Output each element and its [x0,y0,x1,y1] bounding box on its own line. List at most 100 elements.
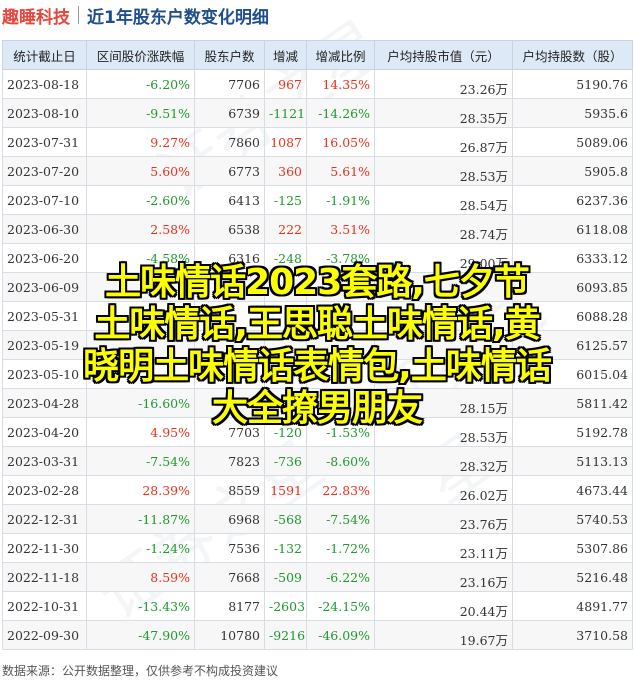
cell-price-change: -47.90% [86,620,195,650]
cell-holder-change: 222 [264,214,307,244]
cell-price-change: 8.59% [86,562,195,592]
cell-date: 2023-06-30 [2,214,87,244]
header-divider [78,6,79,24]
cell-date: 2023-03-31 [2,446,87,476]
column-header: 区间股价涨跌幅 [86,40,195,70]
cell-holder-count: 7860 [194,127,265,157]
cell-price-change: -13.43% [86,591,195,621]
cell-price-change: -2.60% [86,185,195,215]
cell-holder-count: 6968 [194,504,265,534]
cell-date: 2023-08-10 [2,98,87,128]
cell-date: 2022-09-30 [2,620,87,650]
table-row: 2023-07-10 -2.60% 6413 -125 -1.91% 28.54万 6237… [2,185,633,215]
cell-price-change: -6.20% [86,69,195,99]
cell-avg-shares: 3710.58 [512,620,633,650]
table-row: 2023-08-10 -9.51% 6739 -1121 -14.26% 28.35万 59… [2,98,633,128]
cell-holder-count: 7823 [194,446,265,476]
column-header: 增减比例 [306,40,375,70]
cell-price-change: 2.58% [86,214,195,244]
table-row: 2023-07-20 5.60% 6773 360 5.61% 28.53万 5905.8 [2,156,633,186]
cell-price-change: 5.60% [86,156,195,186]
cell-avg-value: 28.32万 [374,446,513,476]
table-row: 2023-08-18 -6.20% 7706 967 14.35% 23.26万 5190.… [2,69,633,99]
brand-name: 趣睡科技 [2,7,70,28]
cell-date: 2023-02-28 [2,475,87,505]
cell-holder-count: 6413 [194,185,265,215]
cell-change-ratio: -6.22% [306,562,375,592]
cell-change-ratio: -14.26% [306,98,375,128]
table-row: 2022-11-30 -1.24% 7536 -132 -1.72% 23.11万 5307… [2,533,633,563]
cell-avg-shares: 5089.06 [512,127,633,157]
cell-avg-shares: 5905.8 [512,156,633,186]
cell-change-ratio: -1.72% [306,533,375,563]
cell-holder-count: 6538 [194,214,265,244]
cell-holder-count: 7668 [194,562,265,592]
cell-avg-value: 28.54万 [374,185,513,215]
cell-avg-shares: 5307.86 [512,533,633,563]
cell-holder-count: 10780 [194,620,265,650]
cell-avg-shares: 5935.6 [512,98,633,128]
cell-holder-count: 7706 [194,69,265,99]
cell-holder-change: 1591 [264,475,307,505]
cell-change-ratio: 5.61% [306,156,375,186]
cell-holder-change: -509 [264,562,307,592]
cell-holder-change: -736 [264,446,307,476]
cell-avg-shares: 5113.13 [512,446,633,476]
cell-holder-change: -568 [264,504,307,534]
data-source-note: 数据来源：公开数据整理，仅供参考不构成投资建议 [2,664,279,678]
cell-avg-value: 20.44万 [374,591,513,621]
cell-price-change: -11.87% [86,504,195,534]
table-row: 2022-12-31 -11.87% 6968 -568 -7.54% 23.76万 574… [2,504,633,534]
table-row: 2023-07-31 9.27% 7860 1087 16.05% 26.87万 5089.… [2,127,633,157]
cell-date: 2023-08-18 [2,69,87,99]
table-row: 2023-06-30 2.58% 6538 222 3.51% 28.74万 6118.08 [2,214,633,244]
cell-change-ratio: 22.83% [306,475,375,505]
cell-avg-shares: 6237.36 [512,185,633,215]
cell-holder-count: 6773 [194,156,265,186]
cell-holder-change: 967 [264,69,307,99]
cell-holder-count: 8559 [194,475,265,505]
cell-change-ratio: 14.35% [306,69,375,99]
cell-change-ratio: 16.05% [306,127,375,157]
cell-avg-value: 28.35万 [374,98,513,128]
cell-avg-value: 23.26万 [374,69,513,99]
cell-avg-value: 26.87万 [374,127,513,157]
table-row: 2023-02-28 28.39% 8559 1591 22.83% 26.02万 4673… [2,475,633,505]
cell-date: 2022-11-30 [2,533,87,563]
cell-holder-change: 1087 [264,127,307,157]
cell-avg-shares: 4673.44 [512,475,633,505]
cell-avg-shares: 6118.08 [512,214,633,244]
column-header: 股东户数 [194,40,265,70]
cell-change-ratio: -8.60% [306,446,375,476]
table-row: 2022-09-30 -47.90% 10780 -9216 -46.09% 19.67万… [2,620,633,650]
cell-change-ratio: -7.54% [306,504,375,534]
cell-avg-shares: 4891.77 [512,591,633,621]
cell-avg-value: 23.76万 [374,504,513,534]
cell-holder-change: -125 [264,185,307,215]
cell-price-change: -7.54% [86,446,195,476]
cell-holder-change: -132 [264,533,307,563]
cell-holder-change: -2603 [264,591,307,621]
cell-holder-count: 8177 [194,591,265,621]
cell-holder-count: 6739 [194,98,265,128]
column-header: 户均持股数（股） [512,40,633,70]
column-header: 统计截止日 [2,40,87,70]
cell-date: 2023-07-10 [2,185,87,215]
cell-date: 2022-12-31 [2,504,87,534]
cell-price-change: 9.27% [86,127,195,157]
cell-holder-change: -1121 [264,98,307,128]
cell-price-change: -1.24% [86,533,195,563]
cell-date: 2023-07-20 [2,156,87,186]
cell-change-ratio: -24.15% [306,591,375,621]
cell-change-ratio: 3.51% [306,214,375,244]
column-header: 户均持股市值（元） [374,40,513,70]
table-row: 2022-10-31 -13.43% 8177 -2603 -24.15% 20.44万 4… [2,591,633,621]
table-row: 2023-03-31 -7.54% 7823 -736 -8.60% 28.32万 5113… [2,446,633,476]
cell-price-change: -9.51% [86,98,195,128]
column-header: 增减 [264,40,307,70]
page-title: 近1年股东户数变化明细 [87,7,269,28]
overlay-banner-text: 土味情话2023套路,七夕节 土味情话,王思聪土味情话,黄 晓明土味情话表情包,… [83,262,552,429]
cell-holder-change: -9216 [264,620,307,650]
cell-date: 2022-10-31 [2,591,87,621]
cell-holder-change: 360 [264,156,307,186]
